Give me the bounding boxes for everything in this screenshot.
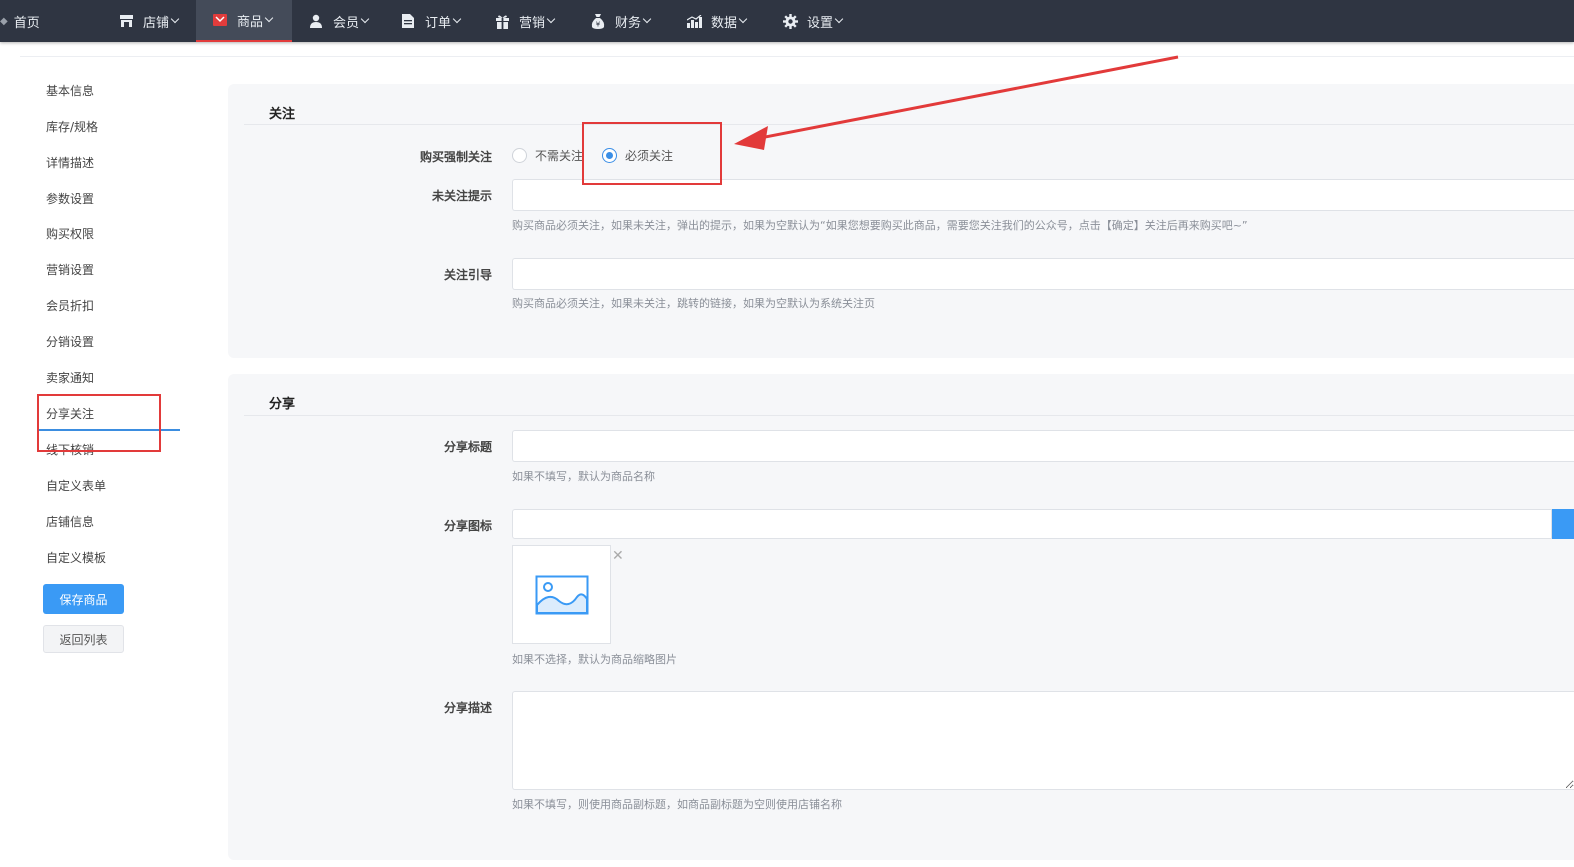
chevron-down-icon xyxy=(834,14,844,24)
unfollow-tip-label: 未关注提示 xyxy=(431,189,492,203)
nav-item-data[interactable]: 数据 xyxy=(676,0,772,42)
gift-icon xyxy=(494,13,510,29)
order-icon xyxy=(400,13,416,29)
top-nav-bar: ◆ 首页 店铺 商品 会员 订单 营销 ¥ 财务 数据 设置 xyxy=(0,0,1574,42)
header-divider xyxy=(20,56,1574,57)
store-icon xyxy=(118,13,134,29)
radio-label: 不需关注 xyxy=(535,149,584,163)
select-image-button[interactable] xyxy=(1552,509,1574,539)
save-goods-button[interactable]: 保存商品 xyxy=(43,584,124,614)
nav-item-finance[interactable]: ¥ 财务 xyxy=(580,0,676,42)
share-icon-thumbnail[interactable] xyxy=(512,545,611,644)
nav-label: 财务 xyxy=(615,15,642,31)
side-item-marketing[interactable]: 营销设置 xyxy=(46,261,94,278)
follow-guide-help: 购买商品必须关注，如果未关注，跳转的链接，如果为空默认为系统关注页 xyxy=(512,297,875,310)
unfollow-tip-help: 购买商品必须关注，如果未关注，弹出的提示，如果为空默认为“如果您想要购买此商品，… xyxy=(512,219,1248,232)
side-item-purchase-permission[interactable]: 购买权限 xyxy=(46,225,94,242)
nav-item-order[interactable]: 订单 xyxy=(388,0,484,42)
nav-item-goods[interactable]: 商品 xyxy=(196,0,292,42)
share-icon-label: 分享图标 xyxy=(443,519,492,533)
side-item-custom-form[interactable]: 自定义表单 xyxy=(46,477,106,494)
back-to-list-button[interactable]: 返回列表 xyxy=(43,625,124,653)
follow-guide-input[interactable] xyxy=(512,258,1574,290)
follow-panel: 关注 购买强制关注 不需关注 必须关注 未关注提示 购买商品必须关注，如果未关注… xyxy=(228,84,1574,358)
share-title-input[interactable] xyxy=(512,430,1574,462)
side-item-params[interactable]: 参数设置 xyxy=(46,190,94,207)
side-item-detail[interactable]: 详情描述 xyxy=(46,154,94,171)
side-item-store-info[interactable]: 店铺信息 xyxy=(46,513,94,530)
side-item-stock-spec[interactable]: 库存/规格 xyxy=(46,118,98,135)
chevron-down-icon xyxy=(452,14,462,24)
svg-text:¥: ¥ xyxy=(596,20,601,28)
share-desc-help: 如果不填写，则使用商品副标题，如商品副标题为空则使用店铺名称 xyxy=(512,798,842,811)
nav-label: 商品 xyxy=(237,14,264,30)
chevron-down-icon xyxy=(360,14,370,24)
nav-label: 会员 xyxy=(333,15,360,31)
side-item-seller-notice[interactable]: 卖家通知 xyxy=(46,369,94,386)
nav-label: 数据 xyxy=(711,15,738,31)
section-divider xyxy=(244,124,1574,125)
radio-circle-icon xyxy=(512,148,527,163)
nav-item-home[interactable]: ◆ 首页 xyxy=(0,0,112,42)
share-title-label: 分享标题 xyxy=(443,440,492,454)
nav-label: 店铺 xyxy=(143,15,170,31)
chevron-down-icon xyxy=(170,14,180,24)
side-item-custom-template[interactable]: 自定义模板 xyxy=(46,549,106,566)
image-placeholder-icon xyxy=(535,575,588,614)
nav-item-member[interactable]: 会员 xyxy=(292,0,388,42)
chevron-down-icon xyxy=(642,14,652,24)
chevron-down-icon xyxy=(546,14,556,24)
side-item-member-discount[interactable]: 会员折扣 xyxy=(46,297,94,314)
goods-icon xyxy=(212,12,228,28)
side-item-distribution[interactable]: 分销设置 xyxy=(46,333,94,350)
nav-label: 设置 xyxy=(807,15,834,31)
share-icon-input[interactable] xyxy=(512,509,1552,539)
chevron-down-icon xyxy=(264,13,274,23)
nav-item-store[interactable]: 店铺 xyxy=(112,0,196,42)
section-divider xyxy=(244,415,1574,416)
side-item-basic-info[interactable]: 基本信息 xyxy=(46,82,94,99)
annotation-box-must-follow xyxy=(582,122,722,185)
nav-label: 营销 xyxy=(519,15,546,31)
section-title-follow: 关注 xyxy=(269,107,296,122)
user-icon xyxy=(308,13,324,29)
share-icon-help: 如果不选择，默认为商品缩略图片 xyxy=(512,653,677,666)
force-follow-label: 购买强制关注 xyxy=(419,150,492,164)
share-panel: 分享 分享标题 如果不填写，默认为商品名称 分享图标 ✕ 如果不选择，默认为商品… xyxy=(228,374,1574,860)
nav-item-marketing[interactable]: 营销 xyxy=(484,0,580,42)
share-desc-textarea[interactable] xyxy=(512,691,1574,790)
radio-no-follow[interactable]: 不需关注 xyxy=(512,147,583,164)
nav-label: 首页 xyxy=(13,15,40,31)
section-title-share: 分享 xyxy=(269,397,296,412)
share-desc-label: 分享描述 xyxy=(443,701,492,715)
annotation-box-share-follow xyxy=(37,394,161,452)
money-bag-icon: ¥ xyxy=(590,13,606,29)
home-icon: ◆ xyxy=(0,15,8,27)
nav-label: 订单 xyxy=(425,15,452,31)
nav-item-settings[interactable]: 设置 xyxy=(772,0,868,42)
remove-image-icon[interactable]: ✕ xyxy=(612,548,624,564)
chevron-down-icon xyxy=(738,14,748,24)
gear-icon xyxy=(782,13,798,29)
share-title-help: 如果不填写，默认为商品名称 xyxy=(512,470,655,483)
follow-guide-label: 关注引导 xyxy=(443,268,492,282)
bar-chart-icon xyxy=(686,13,702,29)
